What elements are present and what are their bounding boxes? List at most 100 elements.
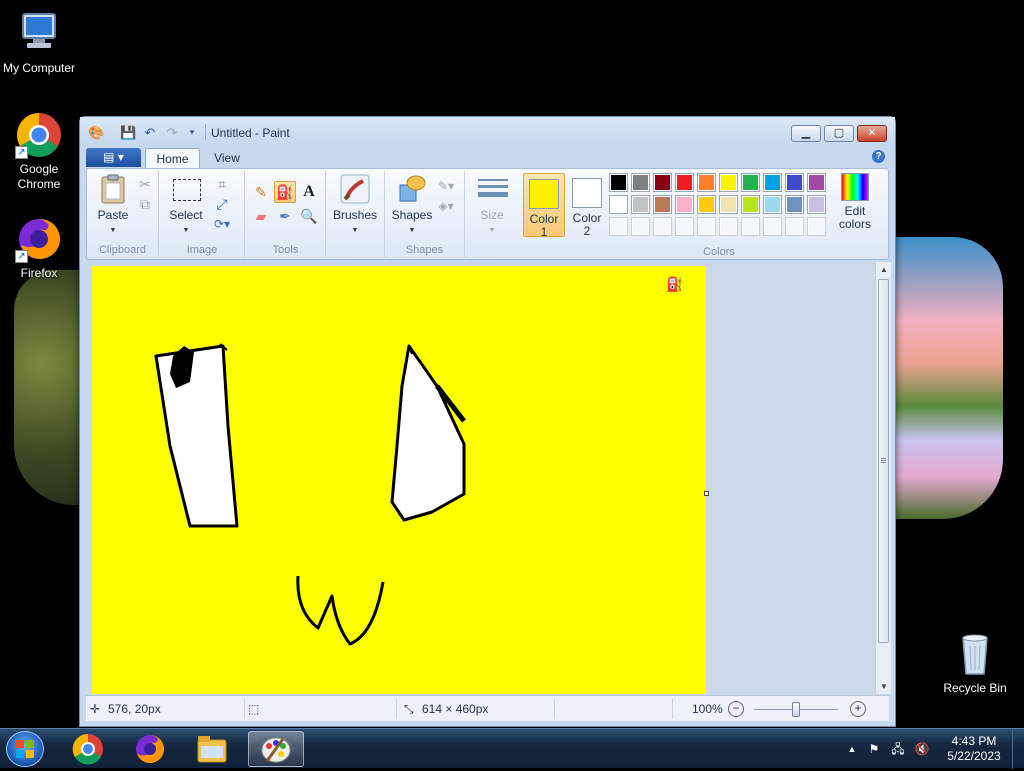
maximize-button[interactable]: ▢ — [824, 125, 854, 142]
zoom-out-icon[interactable]: − — [728, 701, 744, 717]
scroll-up-arrow-icon[interactable]: ▲ — [876, 265, 892, 274]
palette-swatch[interactable] — [653, 173, 672, 192]
show-hidden-icons-icon[interactable]: ▲ — [844, 741, 860, 757]
palette-swatch-empty[interactable] — [719, 217, 738, 236]
customize-qat-icon[interactable]: ▾ — [184, 125, 200, 140]
taskbar-paint[interactable] — [248, 731, 304, 767]
outline-icon[interactable]: ✎▾ — [437, 177, 455, 195]
palette-swatch[interactable] — [741, 173, 760, 192]
fill-icon[interactable]: ⛽ — [274, 181, 296, 203]
clipboard-icon — [97, 173, 129, 205]
paint-app-icon[interactable]: 🎨 — [88, 125, 104, 140]
pencil-icon[interactable]: ✎ — [250, 181, 272, 203]
palette-swatch[interactable] — [741, 195, 760, 214]
palette-swatch-empty[interactable] — [609, 217, 628, 236]
color-picker-icon[interactable]: ✒ — [274, 205, 296, 227]
palette-swatch[interactable] — [631, 173, 650, 192]
palette-swatch-empty[interactable] — [675, 217, 694, 236]
resize-icon[interactable]: ⤢ — [213, 195, 231, 213]
brush-icon — [339, 173, 371, 205]
palette-swatch-empty[interactable] — [807, 217, 826, 236]
palette-swatch[interactable] — [763, 195, 782, 214]
taskbar-explorer[interactable] — [186, 731, 238, 767]
palette-swatch[interactable] — [631, 195, 650, 214]
palette-swatch-empty[interactable] — [631, 217, 650, 236]
tab-view[interactable]: View — [204, 148, 250, 168]
canvas-resize-handle[interactable] — [704, 491, 709, 496]
line-size-icon — [476, 173, 508, 205]
shapes-button[interactable]: Shapes ▼ — [389, 173, 435, 237]
palette-swatch-empty[interactable] — [697, 217, 716, 236]
canvas-workspace[interactable]: ⛽ — [86, 262, 882, 694]
zoom-level: 100% — [692, 702, 723, 716]
vertical-scrollbar[interactable]: ▲ ▼ — [875, 262, 891, 694]
select-label: Select — [169, 208, 203, 222]
undo-icon[interactable]: ↶ — [142, 125, 158, 140]
color1-button[interactable]: Color 1 — [523, 173, 565, 239]
desktop-icon-chrome[interactable]: ↗ Google Chrome — [0, 111, 78, 192]
palette-swatch[interactable] — [807, 195, 826, 214]
title-bar[interactable]: 🎨 💾 ↶ ↷ ▾ Untitled - Paint ▁ ▢ ✕ — [80, 117, 895, 147]
status-bar: ✛ 576, 20px ⬚ ⤡ 614 × 460px 100% − + — [86, 695, 889, 721]
start-button[interactable] — [6, 731, 44, 767]
text-icon[interactable]: A — [298, 181, 320, 203]
palette-swatch[interactable] — [675, 173, 694, 192]
taskbar-chrome[interactable] — [62, 731, 114, 767]
rotate-icon[interactable]: ⟳▾ — [213, 215, 231, 233]
palette-swatch[interactable] — [609, 173, 628, 192]
palette-swatch[interactable] — [653, 195, 672, 214]
chevron-down-icon: ▼ — [109, 227, 117, 234]
paste-button[interactable]: Paste ▼ — [91, 173, 135, 237]
action-center-icon[interactable]: ⚑ — [866, 741, 882, 757]
palette-swatch[interactable] — [697, 173, 716, 192]
volume-muted-icon[interactable]: 🔇 — [914, 741, 930, 757]
desktop-icon-recycle-bin[interactable]: Recycle Bin — [936, 630, 1014, 696]
taskbar-firefox[interactable] — [124, 731, 176, 767]
desktop-icon-firefox[interactable]: ↗ Firefox — [0, 215, 78, 281]
paint-icon — [261, 737, 291, 763]
firefox-icon: ↗ — [15, 215, 63, 263]
close-button[interactable]: ✕ — [857, 125, 887, 142]
scroll-down-arrow-icon[interactable]: ▼ — [876, 682, 892, 691]
file-menu-button[interactable]: ▤ ▾ — [86, 148, 141, 167]
select-button[interactable]: Select ▼ — [166, 173, 206, 237]
group-label-image: Image — [186, 244, 218, 256]
palette-swatch[interactable] — [785, 195, 804, 214]
palette-swatch-empty[interactable] — [653, 217, 672, 236]
palette-swatch-empty[interactable] — [763, 217, 782, 236]
status-divider — [672, 699, 673, 719]
network-icon[interactable]: 🖧 — [890, 741, 906, 757]
brushes-button[interactable]: Brushes ▼ — [331, 173, 379, 237]
fill-shape-icon[interactable]: ◈▾ — [437, 197, 455, 215]
drawing-canvas[interactable]: ⛽ — [92, 266, 706, 694]
palette-swatch-empty[interactable] — [741, 217, 760, 236]
color2-button[interactable]: Color 2 — [567, 173, 607, 238]
scrollbar-thumb[interactable] — [878, 279, 889, 643]
cut-icon[interactable]: ✂ — [136, 175, 154, 193]
zoom-slider-thumb[interactable] — [792, 702, 800, 717]
palette-swatch[interactable] — [719, 173, 738, 192]
help-icon[interactable]: ? — [872, 150, 885, 163]
zoom-in-icon[interactable]: + — [850, 701, 866, 717]
palette-swatch[interactable] — [697, 195, 716, 214]
show-desktop-button[interactable] — [1012, 729, 1024, 769]
magnifier-icon[interactable]: 🔍 — [298, 205, 320, 227]
redo-icon[interactable]: ↷ — [164, 125, 180, 140]
desktop-icon-my-computer[interactable]: My Computer — [0, 10, 78, 76]
save-icon[interactable]: 💾 — [120, 125, 136, 140]
edit-colors-button[interactable]: Edit colors — [833, 171, 877, 231]
palette-swatch[interactable] — [609, 195, 628, 214]
clock[interactable]: 4:43 PM 5/22/2023 — [938, 734, 1010, 764]
copy-icon[interactable]: ⧉ — [136, 195, 154, 213]
eraser-icon[interactable]: ▰ — [250, 205, 272, 227]
minimize-button[interactable]: ▁ — [791, 125, 821, 142]
palette-swatch-empty[interactable] — [785, 217, 804, 236]
palette-swatch[interactable] — [807, 173, 826, 192]
palette-swatch[interactable] — [675, 195, 694, 214]
tab-home[interactable]: Home — [145, 148, 200, 168]
palette-swatch[interactable] — [763, 173, 782, 192]
size-button[interactable]: Size ▼ — [472, 173, 512, 237]
crop-icon[interactable]: ⌗ — [213, 175, 231, 193]
palette-swatch[interactable] — [785, 173, 804, 192]
palette-swatch[interactable] — [719, 195, 738, 214]
